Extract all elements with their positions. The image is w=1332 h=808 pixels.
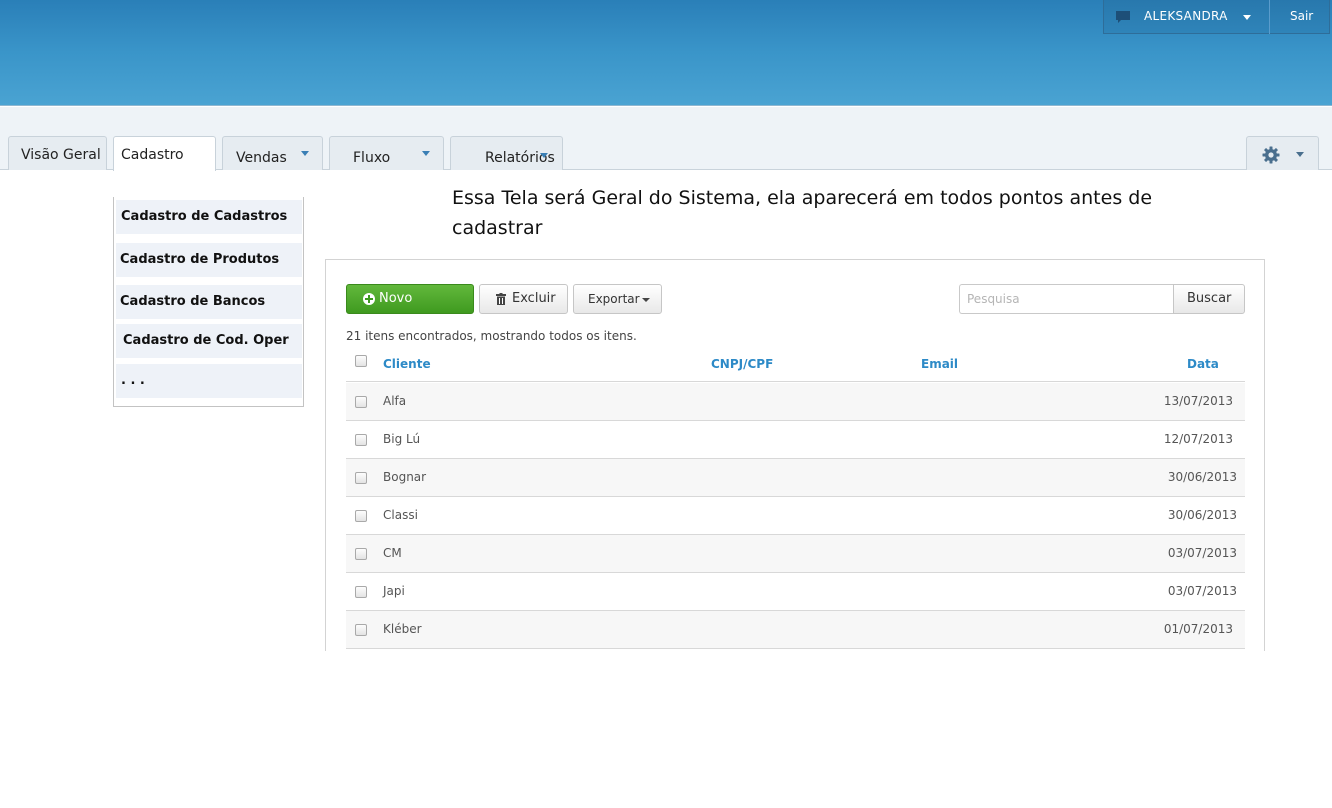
menu-item-more[interactable]: . . . — [116, 364, 302, 398]
plus-circle-icon — [363, 293, 375, 305]
row-checkbox[interactable] — [355, 434, 367, 446]
cell-cliente: Big Lú — [383, 432, 421, 446]
export-button[interactable]: Exportar — [573, 284, 662, 314]
menu-item-label: Cadastro de Cod. Oper — [123, 333, 289, 348]
row-checkbox[interactable] — [355, 586, 367, 598]
cell-data: 01/07/2013 — [1163, 622, 1233, 636]
delete-button-label: Excluir — [512, 291, 556, 306]
cell-data: 13/07/2013 — [1163, 394, 1233, 408]
cell-data: 03/07/2013 — [1167, 584, 1237, 598]
tab-label: Vendas — [236, 150, 287, 166]
app-header: ALEKSANDRA Sair — [0, 0, 1332, 106]
tab-cadastro[interactable]: Cadastro — [113, 136, 216, 171]
chevron-down-icon — [642, 298, 650, 302]
table-row[interactable]: Kléber 01/07/2013 — [346, 611, 1245, 649]
cell-cliente: Japi — [383, 584, 405, 598]
tab-label: Cadastro — [121, 147, 184, 163]
tab-fluxo[interactable]: Fluxo — [329, 136, 444, 170]
cell-data: 30/06/2013 — [1167, 508, 1237, 522]
row-checkbox[interactable] — [355, 510, 367, 522]
table-row[interactable]: Alfa 13/07/2013 — [346, 383, 1245, 421]
cell-data: 03/07/2013 — [1167, 546, 1237, 560]
logout-link[interactable]: Sair — [1290, 9, 1313, 23]
menu-item-label: Cadastro de Cadastros — [121, 209, 288, 224]
clients-panel: Novo Excluir Exportar Buscar 21 itens en… — [325, 259, 1265, 651]
search-input[interactable] — [959, 284, 1173, 314]
chevron-down-icon — [301, 151, 309, 156]
menu-item-cadastro-de-produtos[interactable]: Cadastro de Produtos — [116, 243, 302, 277]
chevron-down-icon[interactable] — [1243, 15, 1251, 20]
row-checkbox[interactable] — [355, 548, 367, 560]
table-row[interactable]: CM 03/07/2013 — [346, 535, 1245, 573]
menu-item-label: Cadastro de Produtos — [120, 252, 280, 267]
cell-cliente: Classi — [383, 508, 418, 522]
new-button[interactable]: Novo — [346, 284, 474, 314]
table-row[interactable]: Big Lú 12/07/2013 — [346, 421, 1245, 459]
trash-icon — [496, 293, 506, 305]
tab-vendas[interactable]: Vendas — [222, 136, 323, 170]
delete-button[interactable]: Excluir — [479, 284, 568, 314]
search-button[interactable]: Buscar — [1173, 284, 1245, 314]
cell-cliente: Kléber — [383, 622, 422, 636]
column-header-data[interactable]: Data — [1187, 357, 1219, 371]
row-checkbox[interactable] — [355, 472, 367, 484]
tab-label: Visão Geral — [21, 147, 101, 163]
page-note: Essa Tela será Geral do Sistema, ela apa… — [452, 187, 1153, 239]
cell-data: 12/07/2013 — [1163, 432, 1233, 446]
user-bar: ALEKSANDRA Sair — [1103, 0, 1330, 34]
search-button-label: Buscar — [1187, 291, 1232, 306]
gear-icon — [1262, 146, 1280, 164]
table-header: Cliente CNPJ/CPF Email Data — [346, 348, 1245, 382]
chevron-down-icon — [540, 153, 548, 158]
select-all-checkbox[interactable] — [355, 355, 367, 367]
row-checkbox[interactable] — [355, 624, 367, 636]
menu-item-cadastro-de-cadastros[interactable]: Cadastro de Cadastros — [116, 200, 302, 234]
column-header-email[interactable]: Email — [921, 357, 958, 371]
table-row[interactable]: Bognar 30/06/2013 — [346, 459, 1245, 497]
cell-cliente: CM — [383, 546, 402, 560]
tab-label: Fluxo — [353, 150, 391, 166]
divider — [1269, 0, 1270, 34]
column-header-cnpj-cpf[interactable]: CNPJ/CPF — [711, 357, 773, 371]
table-row[interactable]: Classi 30/06/2013 — [346, 497, 1245, 535]
cell-cliente: Alfa — [383, 394, 407, 408]
settings-menu-button[interactable] — [1246, 136, 1319, 170]
cell-cliente: Bognar — [383, 470, 427, 484]
chevron-down-icon — [422, 151, 430, 156]
cadastro-dropdown-menu: Cadastro de Cadastros Cadastro de Produt… — [113, 197, 304, 407]
menu-item-cadastro-de-cod-oper[interactable]: Cadastro de Cod. Oper — [116, 324, 302, 358]
main-nav: Visão Geral Cadastro Vendas Fluxo Relató… — [0, 107, 1332, 171]
menu-item-label: . . . — [121, 373, 145, 388]
menu-item-cadastro-de-bancos[interactable]: Cadastro de Bancos — [116, 285, 302, 319]
column-header-cliente[interactable]: Cliente — [383, 357, 431, 371]
row-checkbox[interactable] — [355, 396, 367, 408]
chevron-down-icon — [1296, 152, 1304, 157]
cell-data: 30/06/2013 — [1167, 470, 1237, 484]
chat-bubble-icon[interactable] — [1115, 10, 1131, 24]
table-row[interactable]: Japi 03/07/2013 — [346, 573, 1245, 611]
new-button-label: Novo — [379, 291, 413, 306]
user-name[interactable]: ALEKSANDRA — [1144, 9, 1228, 23]
tab-visao-geral[interactable]: Visão Geral — [8, 136, 107, 170]
export-button-label: Exportar — [588, 292, 640, 306]
results-count: 21 itens encontrados, mostrando todos os… — [346, 329, 637, 343]
tab-relatorios[interactable]: Relatórios — [450, 136, 563, 170]
menu-item-label: Cadastro de Bancos — [120, 294, 266, 309]
